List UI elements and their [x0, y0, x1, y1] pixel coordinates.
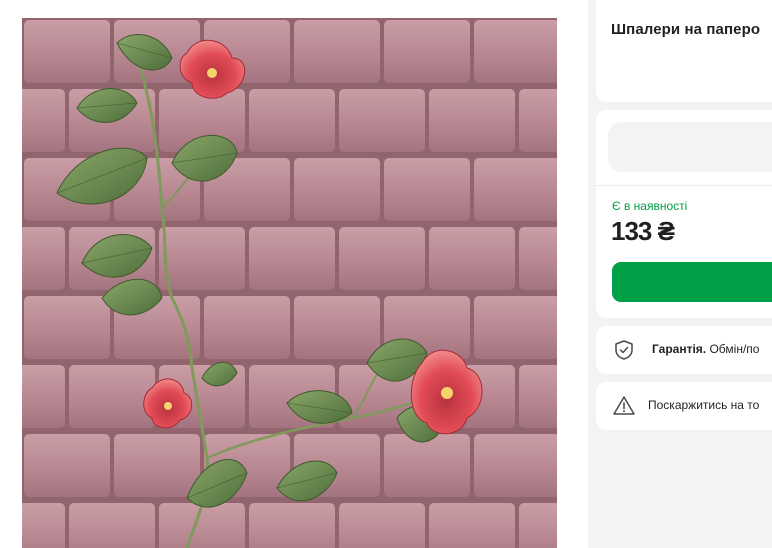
report-card[interactable]: Поскаржитись на то	[596, 382, 772, 430]
shield-check-icon	[612, 338, 636, 362]
warranty-card[interactable]: Гарантія. Обмін/по	[596, 326, 772, 374]
product-image[interactable]	[22, 18, 557, 548]
warranty-text: Гарантія. Обмін/по	[652, 342, 759, 356]
warranty-label: Гарантія.	[652, 342, 707, 356]
wallpaper-illustration	[22, 18, 557, 548]
purchase-card: Є в наявності 133 ₴	[596, 110, 772, 318]
product-title: Шпалери на паперо	[611, 21, 761, 38]
product-price: 133 ₴	[611, 216, 675, 246]
seller-info-pill[interactable]	[608, 122, 772, 172]
title-card: Шпалери на паперо	[596, 0, 772, 102]
warranty-detail: Обмін/по	[706, 342, 760, 356]
warning-triangle-icon	[612, 394, 636, 418]
availability-status: Є в наявності	[612, 199, 688, 213]
product-sidebar: Шпалери на паперо Є в наявності 133 ₴ Га…	[588, 0, 772, 548]
buy-button[interactable]	[612, 262, 772, 302]
report-link[interactable]: Поскаржитись на то	[648, 398, 759, 412]
divider	[596, 185, 772, 186]
